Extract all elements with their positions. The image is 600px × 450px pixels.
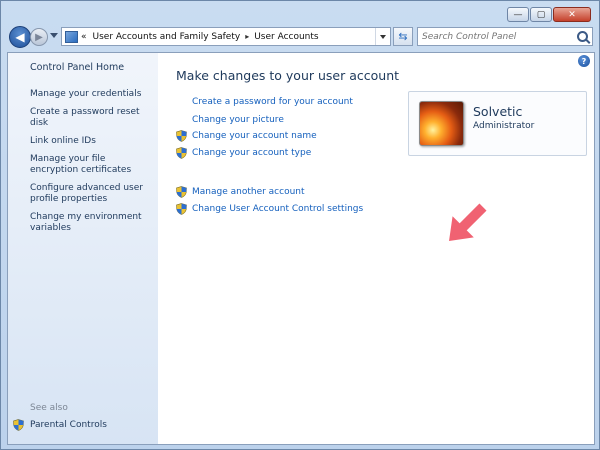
address-dropdown-button[interactable]: [375, 28, 390, 45]
change-account-name-label: Change your account name: [192, 131, 317, 141]
parental-controls-label: Parental Controls: [30, 420, 107, 430]
control-panel-home-link[interactable]: Control Panel Home: [30, 62, 124, 73]
minimize-button[interactable]: —: [507, 7, 529, 22]
back-arrow-icon: ◀: [15, 30, 25, 44]
refresh-button[interactable]: ⇆: [393, 27, 413, 46]
parental-controls-link[interactable]: Parental Controls: [13, 419, 107, 431]
page-title: Make changes to your user account: [176, 68, 400, 83]
create-password-label: Create a password for your account: [192, 97, 353, 107]
shield-icon: [13, 419, 24, 431]
sidebar-links: Manage your credentials Create a passwor…: [30, 89, 154, 241]
forward-button[interactable]: ▶: [30, 28, 48, 46]
search-icon[interactable]: [577, 31, 588, 42]
change-picture-link[interactable]: Change your picture: [192, 115, 284, 125]
shield-icon: [176, 130, 187, 142]
user-role: Administrator: [473, 121, 535, 131]
close-button[interactable]: ✕: [553, 7, 591, 22]
main-panel: ? Make changes to your user account Crea…: [158, 53, 594, 444]
manage-another-account-link[interactable]: Manage another account: [176, 186, 305, 198]
maximize-button[interactable]: ▢: [530, 7, 552, 22]
change-picture-label: Change your picture: [192, 115, 284, 125]
task-pane: Control Panel Home Manage your credentia…: [8, 53, 158, 444]
sidebar-item-environment-variables[interactable]: Change my environment variables: [30, 212, 154, 234]
search-box[interactable]: [417, 27, 593, 46]
user-account-tile: Solvetic Administrator: [408, 91, 587, 156]
caption-buttons: — ▢ ✕: [506, 7, 591, 22]
manage-another-account-label: Manage another account: [192, 187, 305, 197]
breadcrumb-user-accounts-family-safety[interactable]: User Accounts and Family Safety: [93, 32, 241, 42]
create-password-link[interactable]: Create a password for your account: [192, 97, 353, 107]
chevron-down-icon: [380, 34, 386, 39]
shield-icon: [176, 203, 187, 215]
logo-icon: [556, 406, 594, 444]
pointer-arrow-annotation: [449, 203, 487, 241]
navigation-bar: ◀ ▶ « User Accounts and Family Safety ▸ …: [9, 26, 593, 48]
back-button[interactable]: ◀: [9, 26, 31, 48]
address-bar[interactable]: « User Accounts and Family Safety ▸ User…: [61, 27, 391, 46]
sidebar-item-link-online-ids[interactable]: Link online IDs: [30, 136, 154, 147]
help-icon[interactable]: ?: [578, 55, 590, 67]
sidebar-item-manage-credentials[interactable]: Manage your credentials: [30, 89, 154, 100]
breadcrumb-overflow[interactable]: «: [81, 32, 87, 42]
recent-pages-dropdown[interactable]: [50, 33, 58, 38]
avatar: [419, 101, 464, 146]
forward-arrow-icon: ▶: [35, 31, 43, 43]
change-account-type-label: Change your account type: [192, 148, 312, 158]
window-frame: — ▢ ✕ ◀ ▶ « User Accounts and Family Saf…: [0, 0, 600, 450]
shield-icon: [176, 186, 187, 198]
change-uac-settings-label: Change User Account Control settings: [192, 204, 364, 214]
sidebar-item-password-reset-disk[interactable]: Create a password reset disk: [30, 107, 154, 129]
user-name: Solvetic: [473, 104, 523, 119]
refresh-icon: ⇆: [398, 30, 408, 43]
content-area: Control Panel Home Manage your credentia…: [7, 52, 595, 445]
control-panel-icon: [65, 30, 78, 43]
change-account-type-link[interactable]: Change your account type: [176, 147, 311, 159]
sidebar-item-file-encryption-certificates[interactable]: Manage your file encryption certificates: [30, 154, 154, 176]
sidebar-item-advanced-profile-properties[interactable]: Configure advanced user profile properti…: [30, 183, 154, 205]
see-also-heading: See also: [30, 403, 68, 413]
change-uac-settings-link[interactable]: Change User Account Control settings: [176, 203, 363, 215]
search-input[interactable]: [418, 30, 574, 43]
breadcrumb-user-accounts[interactable]: User Accounts: [254, 32, 318, 42]
shield-icon: [176, 147, 187, 159]
breadcrumb-separator-icon[interactable]: ▸: [245, 32, 249, 41]
change-account-name-link[interactable]: Change your account name: [176, 130, 317, 142]
